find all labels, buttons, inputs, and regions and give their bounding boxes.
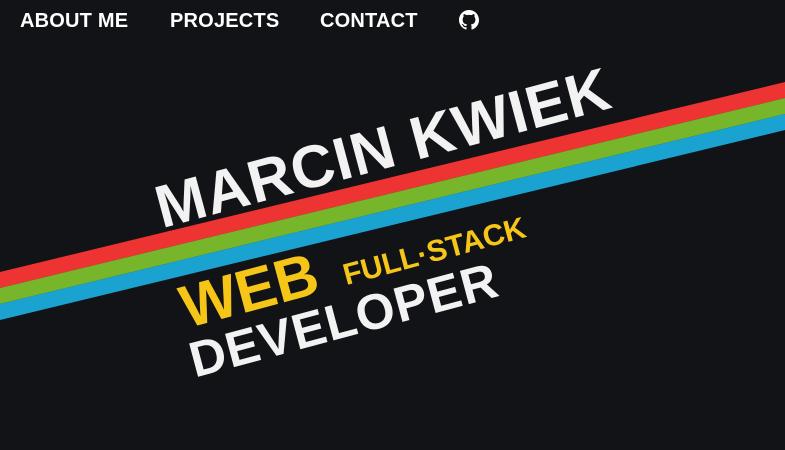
top-navigation: ABOUT ME PROJECTS CONTACT: [0, 0, 785, 42]
rainbow-stripes: [0, 82, 785, 320]
nav-link-projects[interactable]: PROJECTS: [170, 10, 279, 33]
github-icon[interactable]: [459, 10, 479, 30]
nav-link-about-me[interactable]: ABOUT ME: [20, 10, 128, 33]
nav-link-contact[interactable]: CONTACT: [320, 10, 418, 33]
hero-name: MARCIN KWIEK: [147, 54, 618, 241]
